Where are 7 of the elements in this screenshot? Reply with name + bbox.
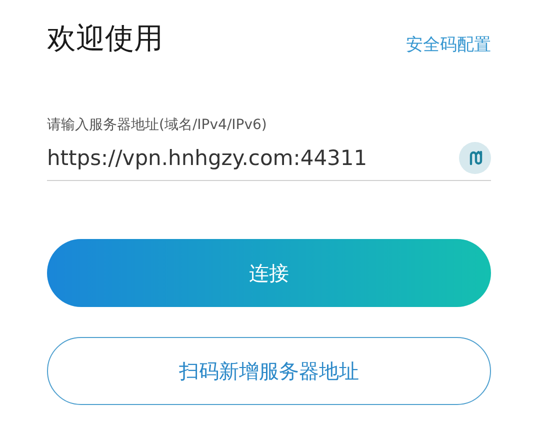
field-label: 请输入服务器地址(域名/IPv4/IPv6) <box>47 116 268 134</box>
swap-icon[interactable] <box>459 142 491 174</box>
scan-button[interactable]: 扫码新增服务器地址 <box>47 337 491 405</box>
server-address-field[interactable]: https://vpn.hnhgzy.com:44311 <box>47 146 459 170</box>
security-code-link[interactable]: 安全码配置 <box>406 32 491 56</box>
welcome-title: 欢迎使用 <box>47 20 163 57</box>
connect-button[interactable]: 连接 <box>47 239 491 307</box>
